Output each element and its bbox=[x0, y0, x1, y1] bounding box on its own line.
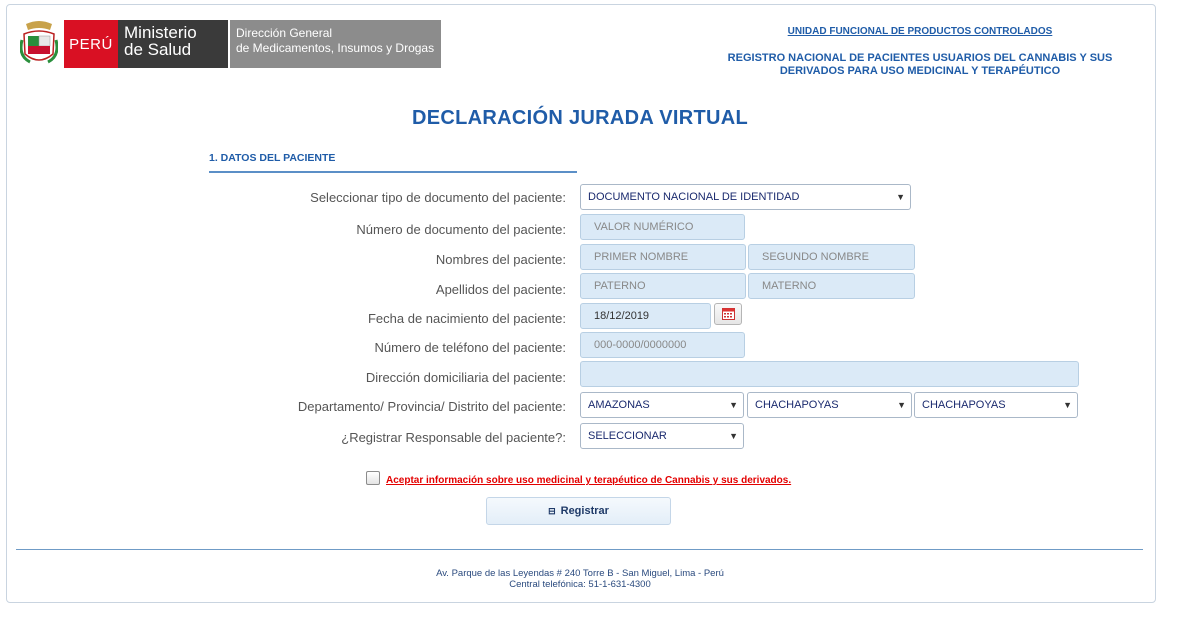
chevron-down-icon: ▼ bbox=[729, 400, 738, 410]
section-divider bbox=[209, 171, 577, 173]
province-select[interactable]: CHACHAPOYAS ▼ bbox=[747, 392, 912, 418]
register-label: Registrar bbox=[560, 505, 609, 517]
directorate-label: Dirección General de Medicamentos, Insum… bbox=[230, 20, 441, 68]
department-select[interactable]: AMAZONAS ▼ bbox=[580, 392, 744, 418]
doc-type-value: DOCUMENTO NACIONAL DE IDENTIDAD bbox=[588, 191, 800, 203]
section-title: 1. DATOS DEL PACIENTE bbox=[209, 152, 336, 164]
calendar-button[interactable] bbox=[714, 303, 742, 325]
accept-link[interactable]: Aceptar información sobre uso medicinal … bbox=[386, 475, 791, 486]
registry-title-line-1: REGISTRO NACIONAL DE PACIENTES USUARIOS … bbox=[727, 52, 1113, 64]
doc-type-select[interactable]: DOCUMENTO NACIONAL DE IDENTIDAD ▼ bbox=[580, 184, 911, 210]
birth-date-label: Fecha de nacimiento del paciente: bbox=[367, 311, 566, 326]
birth-date-input[interactable]: 18/12/2019 bbox=[580, 303, 711, 329]
chevron-down-icon: ▼ bbox=[1063, 400, 1072, 410]
footer: Av. Parque de las Leyendas # 240 Torre B… bbox=[0, 568, 1160, 590]
footer-phone: Central telefónica: 51-1-631-4300 bbox=[509, 579, 651, 590]
phone-input[interactable]: 000-0000/0000000 bbox=[580, 332, 745, 358]
surnames-label: Apellidos del paciente: bbox=[435, 282, 566, 297]
directorate-line-1: Dirección General bbox=[236, 26, 333, 40]
ministry-line-2: de Salud bbox=[124, 40, 192, 59]
calendar-icon bbox=[722, 308, 735, 320]
save-icon: ⊟ bbox=[548, 505, 556, 516]
ministry-label: Ministerio de Salud bbox=[118, 20, 228, 68]
peru-label: PERÚ bbox=[64, 20, 118, 68]
doc-type-label: Seleccionar tipo de documento del pacien… bbox=[310, 190, 566, 205]
district-value: CHACHAPOYAS bbox=[922, 399, 1006, 411]
register-button[interactable]: ⊟ Registrar bbox=[486, 497, 671, 525]
department-value: AMAZONAS bbox=[588, 399, 650, 411]
accept-checkbox[interactable] bbox=[366, 470, 380, 485]
phone-label: Número de teléfono del paciente: bbox=[374, 340, 566, 355]
page-title: DECLARACIÓN JURADA VIRTUAL bbox=[412, 107, 748, 129]
accept-row: Aceptar información sobre uso medicinal … bbox=[366, 469, 791, 486]
minsa-logo: PERÚ Ministerio de Salud Dirección Gener… bbox=[20, 20, 441, 68]
district-select[interactable]: CHACHAPOYAS ▼ bbox=[914, 392, 1078, 418]
registry-title: REGISTRO NACIONAL DE PACIENTES USUARIOS … bbox=[700, 52, 1140, 78]
registry-title-line-2: DERIVADOS PARA USO MEDICINAL Y TERAPÉUTI… bbox=[779, 65, 1061, 77]
province-value: CHACHAPOYAS bbox=[755, 399, 839, 411]
first-name-input[interactable]: PRIMER NOMBRE bbox=[580, 244, 746, 270]
doc-number-label: Número de documento del paciente: bbox=[356, 222, 566, 237]
ministry-line-1: Ministerio bbox=[124, 23, 197, 42]
footer-divider bbox=[16, 549, 1143, 550]
second-name-input[interactable]: SEGUNDO NOMBRE bbox=[748, 244, 915, 270]
footer-address: Av. Parque de las Leyendas # 240 Torre B… bbox=[436, 568, 724, 579]
responsible-value: SELECCIONAR bbox=[588, 430, 667, 442]
names-label: Nombres del paciente: bbox=[435, 252, 566, 267]
doc-number-input[interactable]: VALOR NUMÉRICO bbox=[580, 214, 745, 240]
responsible-label: ¿Registrar Responsable del paciente?: bbox=[341, 430, 566, 445]
address-label: Dirección domiciliaria del paciente: bbox=[365, 370, 566, 385]
paternal-surname-input[interactable]: PATERNO bbox=[580, 273, 746, 299]
national-seal-icon bbox=[20, 21, 58, 64]
address-input[interactable] bbox=[580, 361, 1079, 387]
chevron-down-icon: ▼ bbox=[897, 400, 906, 410]
location-label: Departamento/ Provincia/ Distrito del pa… bbox=[297, 399, 566, 414]
chevron-down-icon: ▼ bbox=[896, 192, 905, 202]
responsible-select[interactable]: SELECCIONAR ▼ bbox=[580, 423, 744, 449]
unit-link[interactable]: UNIDAD FUNCIONAL DE PRODUCTOS CONTROLADO… bbox=[700, 26, 1140, 37]
maternal-surname-input[interactable]: MATERNO bbox=[748, 273, 915, 299]
chevron-down-icon: ▼ bbox=[729, 431, 738, 441]
directorate-line-2: de Medicamentos, Insumos y Drogas bbox=[236, 41, 435, 55]
